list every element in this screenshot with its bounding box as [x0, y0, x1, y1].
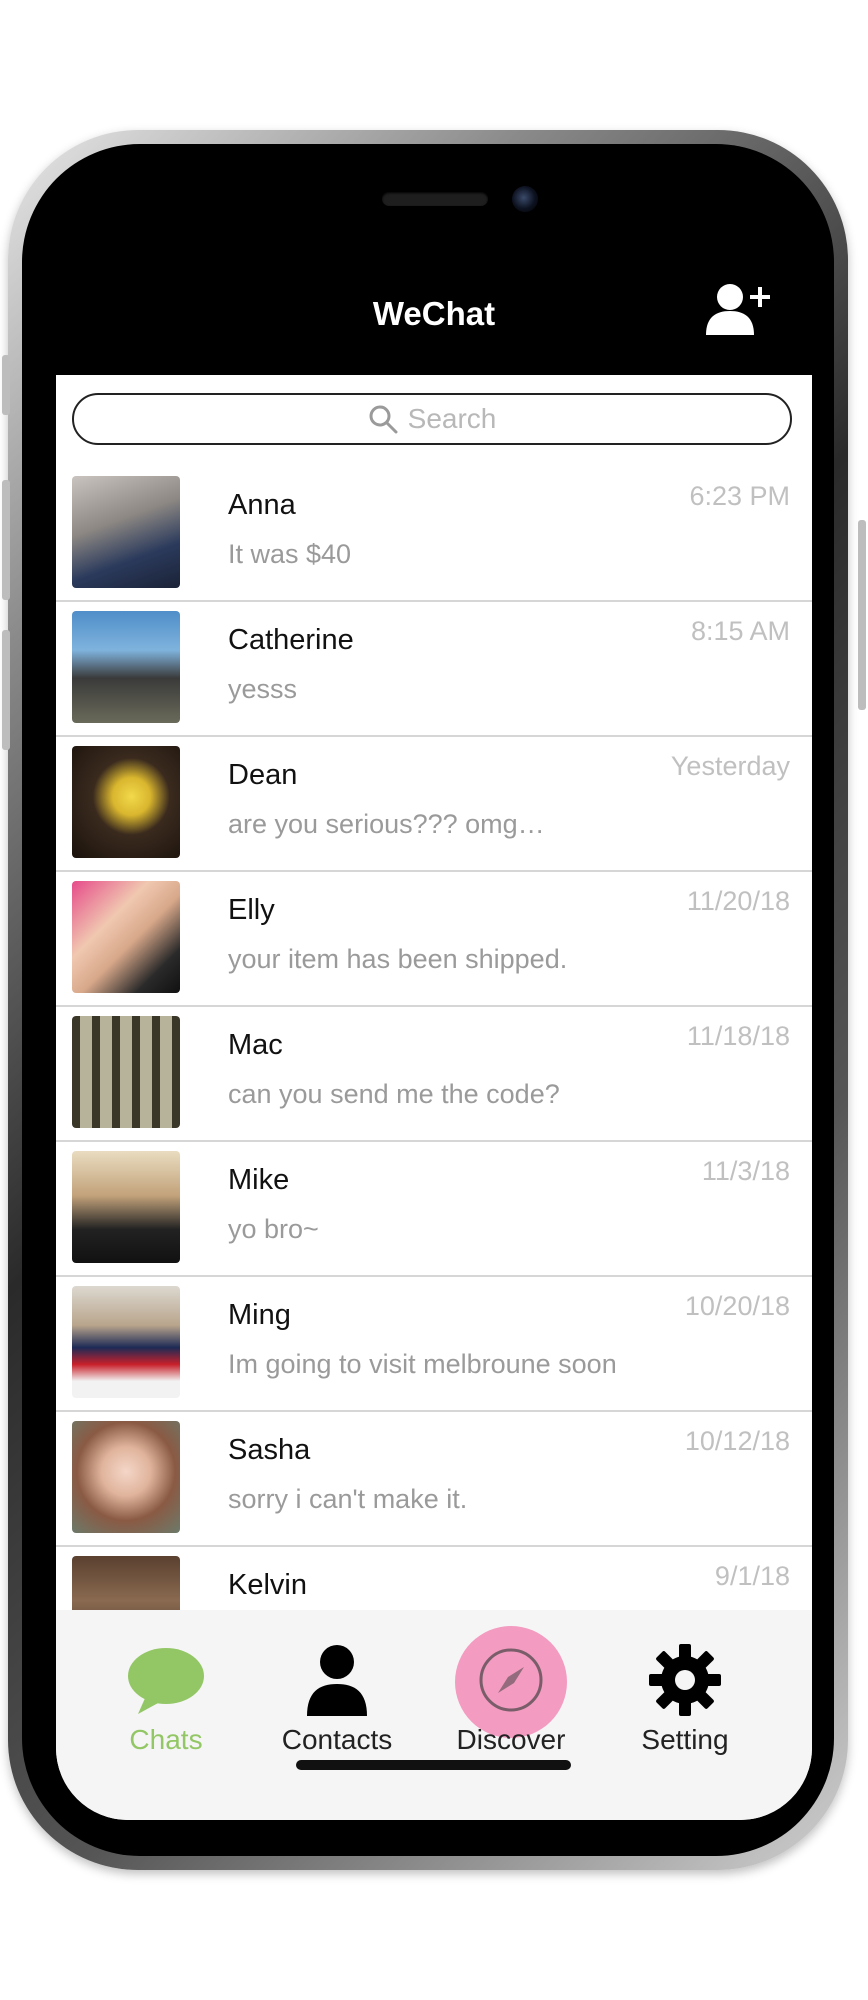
add-contact-icon: [706, 284, 770, 335]
chat-name: Anna: [228, 489, 296, 521]
chat-name: Elly: [228, 894, 275, 926]
avatar: [72, 881, 180, 993]
avatar: [72, 1286, 180, 1398]
chat-bubble-icon: [128, 1648, 204, 1714]
chat-row-catherine[interactable]: Catherine yesss 8:15 AM: [56, 602, 812, 737]
mute-switch: [2, 355, 10, 415]
volume-down-button: [2, 630, 10, 750]
app-header: WeChat: [56, 235, 812, 375]
avatar: [72, 611, 180, 723]
chat-preview: sorry i can't make it.: [228, 1484, 468, 1514]
app-screen: WeChat Search Anna It was $40 6:23 PM Ca…: [56, 235, 812, 1820]
chat-row-mike[interactable]: Mike yo bro~ 11/3/18: [56, 1142, 812, 1277]
chat-name: Mike: [228, 1164, 290, 1196]
chat-row-anna[interactable]: Anna It was $40 6:23 PM: [56, 467, 812, 602]
chat-name: Dean: [228, 759, 298, 791]
power-button: [858, 520, 866, 710]
avatar: [72, 476, 180, 588]
chat-time: 10/12/18: [684, 1426, 790, 1456]
chat-row-elly[interactable]: Elly your item has been shipped. 11/20/1…: [56, 872, 812, 1007]
search-input[interactable]: Search: [72, 393, 792, 445]
search-placeholder: Search: [407, 403, 497, 434]
chat-time: 8:15 AM: [690, 616, 790, 646]
chat-time: 11/3/18: [701, 1156, 790, 1186]
tab-chats[interactable]: Chats: [91, 1640, 241, 1760]
person-icon: [307, 1645, 367, 1716]
volume-up-button: [2, 480, 10, 600]
tab-label: Chats: [129, 1724, 203, 1755]
chat-preview: yo bro~: [228, 1214, 319, 1244]
tab-label: Setting: [641, 1724, 729, 1755]
chat-preview: your item has been shipped.: [228, 944, 568, 974]
avatar: [72, 1421, 180, 1533]
tab-discover[interactable]: Discover: [436, 1626, 586, 1760]
chat-name: Catherine: [228, 624, 354, 656]
tab-setting[interactable]: Setting: [610, 1640, 760, 1760]
chat-row-ming[interactable]: Ming Im going to visit melbroune soon 10…: [56, 1277, 812, 1412]
tab-label: Contacts: [281, 1724, 393, 1755]
avatar: [72, 1016, 180, 1128]
chat-name: Ming: [228, 1299, 291, 1331]
chat-name: Kelvin: [228, 1569, 307, 1601]
chat-row-sasha[interactable]: Sasha sorry i can't make it. 10/12/18: [56, 1412, 812, 1547]
chat-preview: Im going to visit melbroune soon: [228, 1349, 617, 1379]
chat-time: 9/1/18: [714, 1561, 790, 1591]
chat-preview: It was $40: [228, 539, 352, 569]
chat-preview: yesss: [228, 674, 298, 704]
add-contact-button[interactable]: [706, 281, 778, 337]
chat-list: Anna It was $40 6:23 PM Catherine yesss …: [56, 467, 812, 1682]
chat-preview: can you send me the code?: [228, 1079, 560, 1109]
chat-time: 11/20/18: [686, 886, 790, 916]
compass-icon: [479, 1648, 543, 1712]
earpiece-speaker: [382, 192, 488, 206]
tab-contacts[interactable]: Contacts: [262, 1640, 412, 1760]
avatar: [72, 746, 180, 858]
chat-row-mac[interactable]: Mac can you send me the code? 11/18/18: [56, 1007, 812, 1142]
chat-preview: are you serious??? omg…: [228, 809, 545, 839]
tab-bar: Chats Contacts Discover Setting: [56, 1610, 812, 1820]
search-bar: Search: [56, 375, 812, 469]
chat-name: Mac: [228, 1029, 283, 1061]
chat-name: Sasha: [228, 1434, 311, 1466]
chat-row-dean[interactable]: Dean are you serious??? omg… Yesterday: [56, 737, 812, 872]
front-camera: [512, 186, 538, 212]
tab-label: Discover: [456, 1724, 566, 1755]
home-indicator[interactable]: [296, 1760, 571, 1770]
chat-time: Yesterday: [670, 751, 790, 781]
gear-icon: [649, 1644, 721, 1716]
chat-time: 11/18/18: [686, 1021, 790, 1051]
app-title: WeChat: [372, 295, 496, 332]
search-icon: [369, 405, 398, 434]
avatar: [72, 1151, 180, 1263]
chat-time: 10/20/18: [684, 1291, 790, 1321]
chat-time: 6:23 PM: [689, 481, 790, 511]
